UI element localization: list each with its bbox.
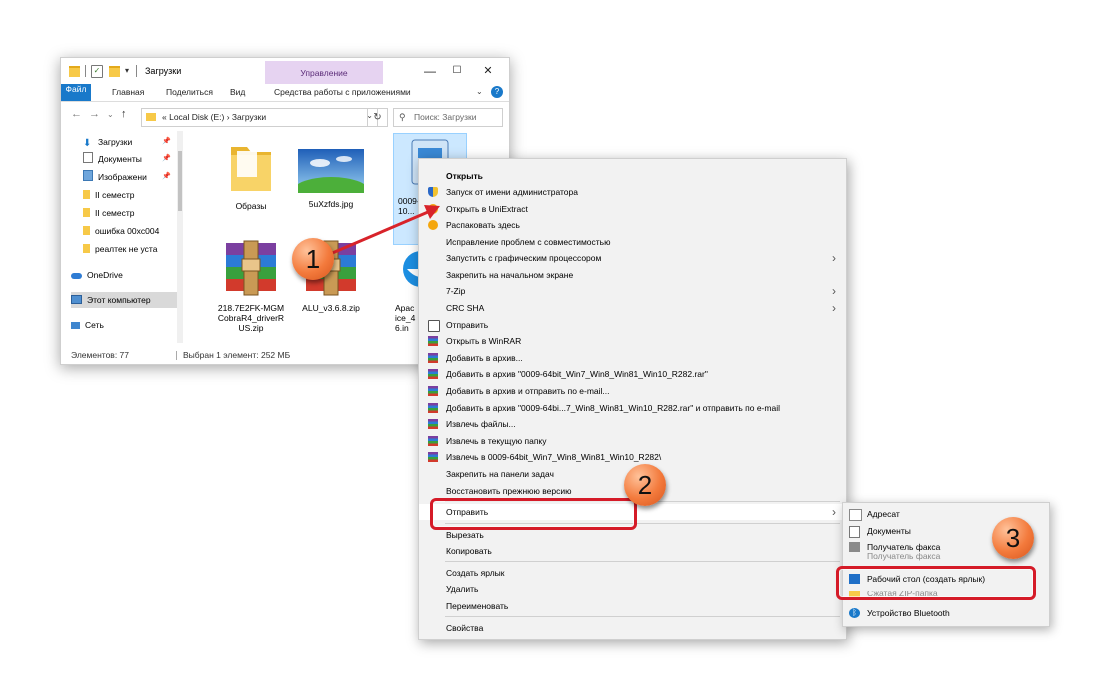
- highlight-send-to: [430, 498, 637, 530]
- annotation-arrow: [329, 210, 429, 256]
- highlight-desktop-shortcut: [836, 566, 1036, 600]
- callout-step-1: 1: [292, 238, 334, 280]
- callout-step-3: 3: [992, 517, 1034, 559]
- callout-step-2: 2: [624, 464, 666, 506]
